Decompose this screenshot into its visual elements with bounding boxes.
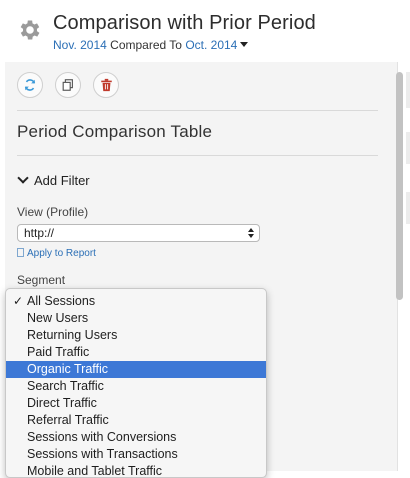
caret-down-icon[interactable]: [240, 42, 249, 47]
gear-icon[interactable]: [17, 17, 43, 43]
segment-option[interactable]: Sessions with Transactions: [6, 446, 266, 463]
segment-option-label: All Sessions: [27, 294, 96, 308]
report-header: Comparison with Prior Period Nov. 2014 C…: [0, 0, 410, 62]
period-link[interactable]: Nov. 2014: [53, 38, 107, 52]
segment-option-label: Returning Users: [27, 328, 118, 342]
delete-button[interactable]: [93, 72, 119, 98]
divider: [17, 110, 378, 111]
page-title: Comparison with Prior Period: [53, 12, 316, 34]
view-profile-value: http://: [24, 226, 55, 240]
segment-option[interactable]: Organic Traffic: [6, 361, 266, 378]
compare-period-link[interactable]: Oct. 2014: [185, 38, 237, 52]
chevron-down-icon: [17, 172, 29, 184]
segment-option-label: New Users: [27, 311, 89, 325]
segment-option-label: Paid Traffic: [27, 345, 90, 359]
segment-option[interactable]: Search Traffic: [6, 378, 266, 395]
document-icon: [17, 248, 24, 257]
refresh-button[interactable]: [17, 72, 43, 98]
segment-option[interactable]: Direct Traffic: [6, 395, 266, 412]
apply-to-report-link[interactable]: Apply to Report: [17, 248, 96, 259]
background-block: [406, 192, 410, 224]
compared-to-label: Compared To: [110, 38, 182, 52]
segment-option[interactable]: Sessions with Conversions: [6, 429, 266, 446]
segment-option-label: Mobile and Tablet Traffic: [27, 464, 163, 478]
background-block: [406, 72, 410, 108]
add-filter-toggle[interactable]: Add Filter: [17, 172, 90, 188]
copy-button[interactable]: [55, 72, 81, 98]
refresh-icon: [24, 79, 36, 91]
view-profile-label: View (Profile): [17, 205, 89, 219]
select-arrows-icon: [248, 228, 254, 238]
segment-option[interactable]: Returning Users: [6, 327, 266, 344]
segment-option-label: Sessions with Transactions: [27, 447, 178, 461]
background-block: [406, 132, 410, 164]
segment-dropdown-menu[interactable]: ✓ All Sessions New Users Returning Users Pai…: [5, 288, 267, 478]
section-title: Period Comparison Table: [17, 122, 213, 141]
add-filter-label: Add Filter: [34, 173, 90, 188]
view-profile-select[interactable]: http://: [17, 224, 260, 242]
segment-label: Segment: [17, 273, 66, 287]
checkmark-icon: ✓: [13, 294, 24, 308]
divider: [17, 155, 378, 156]
segment-option[interactable]: Paid Traffic: [6, 344, 266, 361]
segment-option-label: Search Traffic: [27, 379, 104, 393]
segment-option[interactable]: Referral Traffic: [6, 412, 266, 429]
segment-option-label: Sessions with Conversions: [27, 430, 177, 444]
segment-option[interactable]: New Users: [6, 310, 266, 327]
apply-to-report-label: Apply to Report: [27, 248, 96, 259]
segment-option-label: Referral Traffic: [27, 413, 109, 427]
segment-option-label: Organic Traffic: [27, 362, 109, 376]
period-subtitle: Nov. 2014 Compared To Oct. 2014: [53, 38, 249, 52]
panel-scrollbar[interactable]: [396, 72, 403, 300]
segment-option-label: Direct Traffic: [27, 396, 97, 410]
segment-option[interactable]: ✓ All Sessions: [6, 293, 266, 310]
copy-icon: [62, 79, 73, 91]
trash-icon: [100, 78, 112, 92]
